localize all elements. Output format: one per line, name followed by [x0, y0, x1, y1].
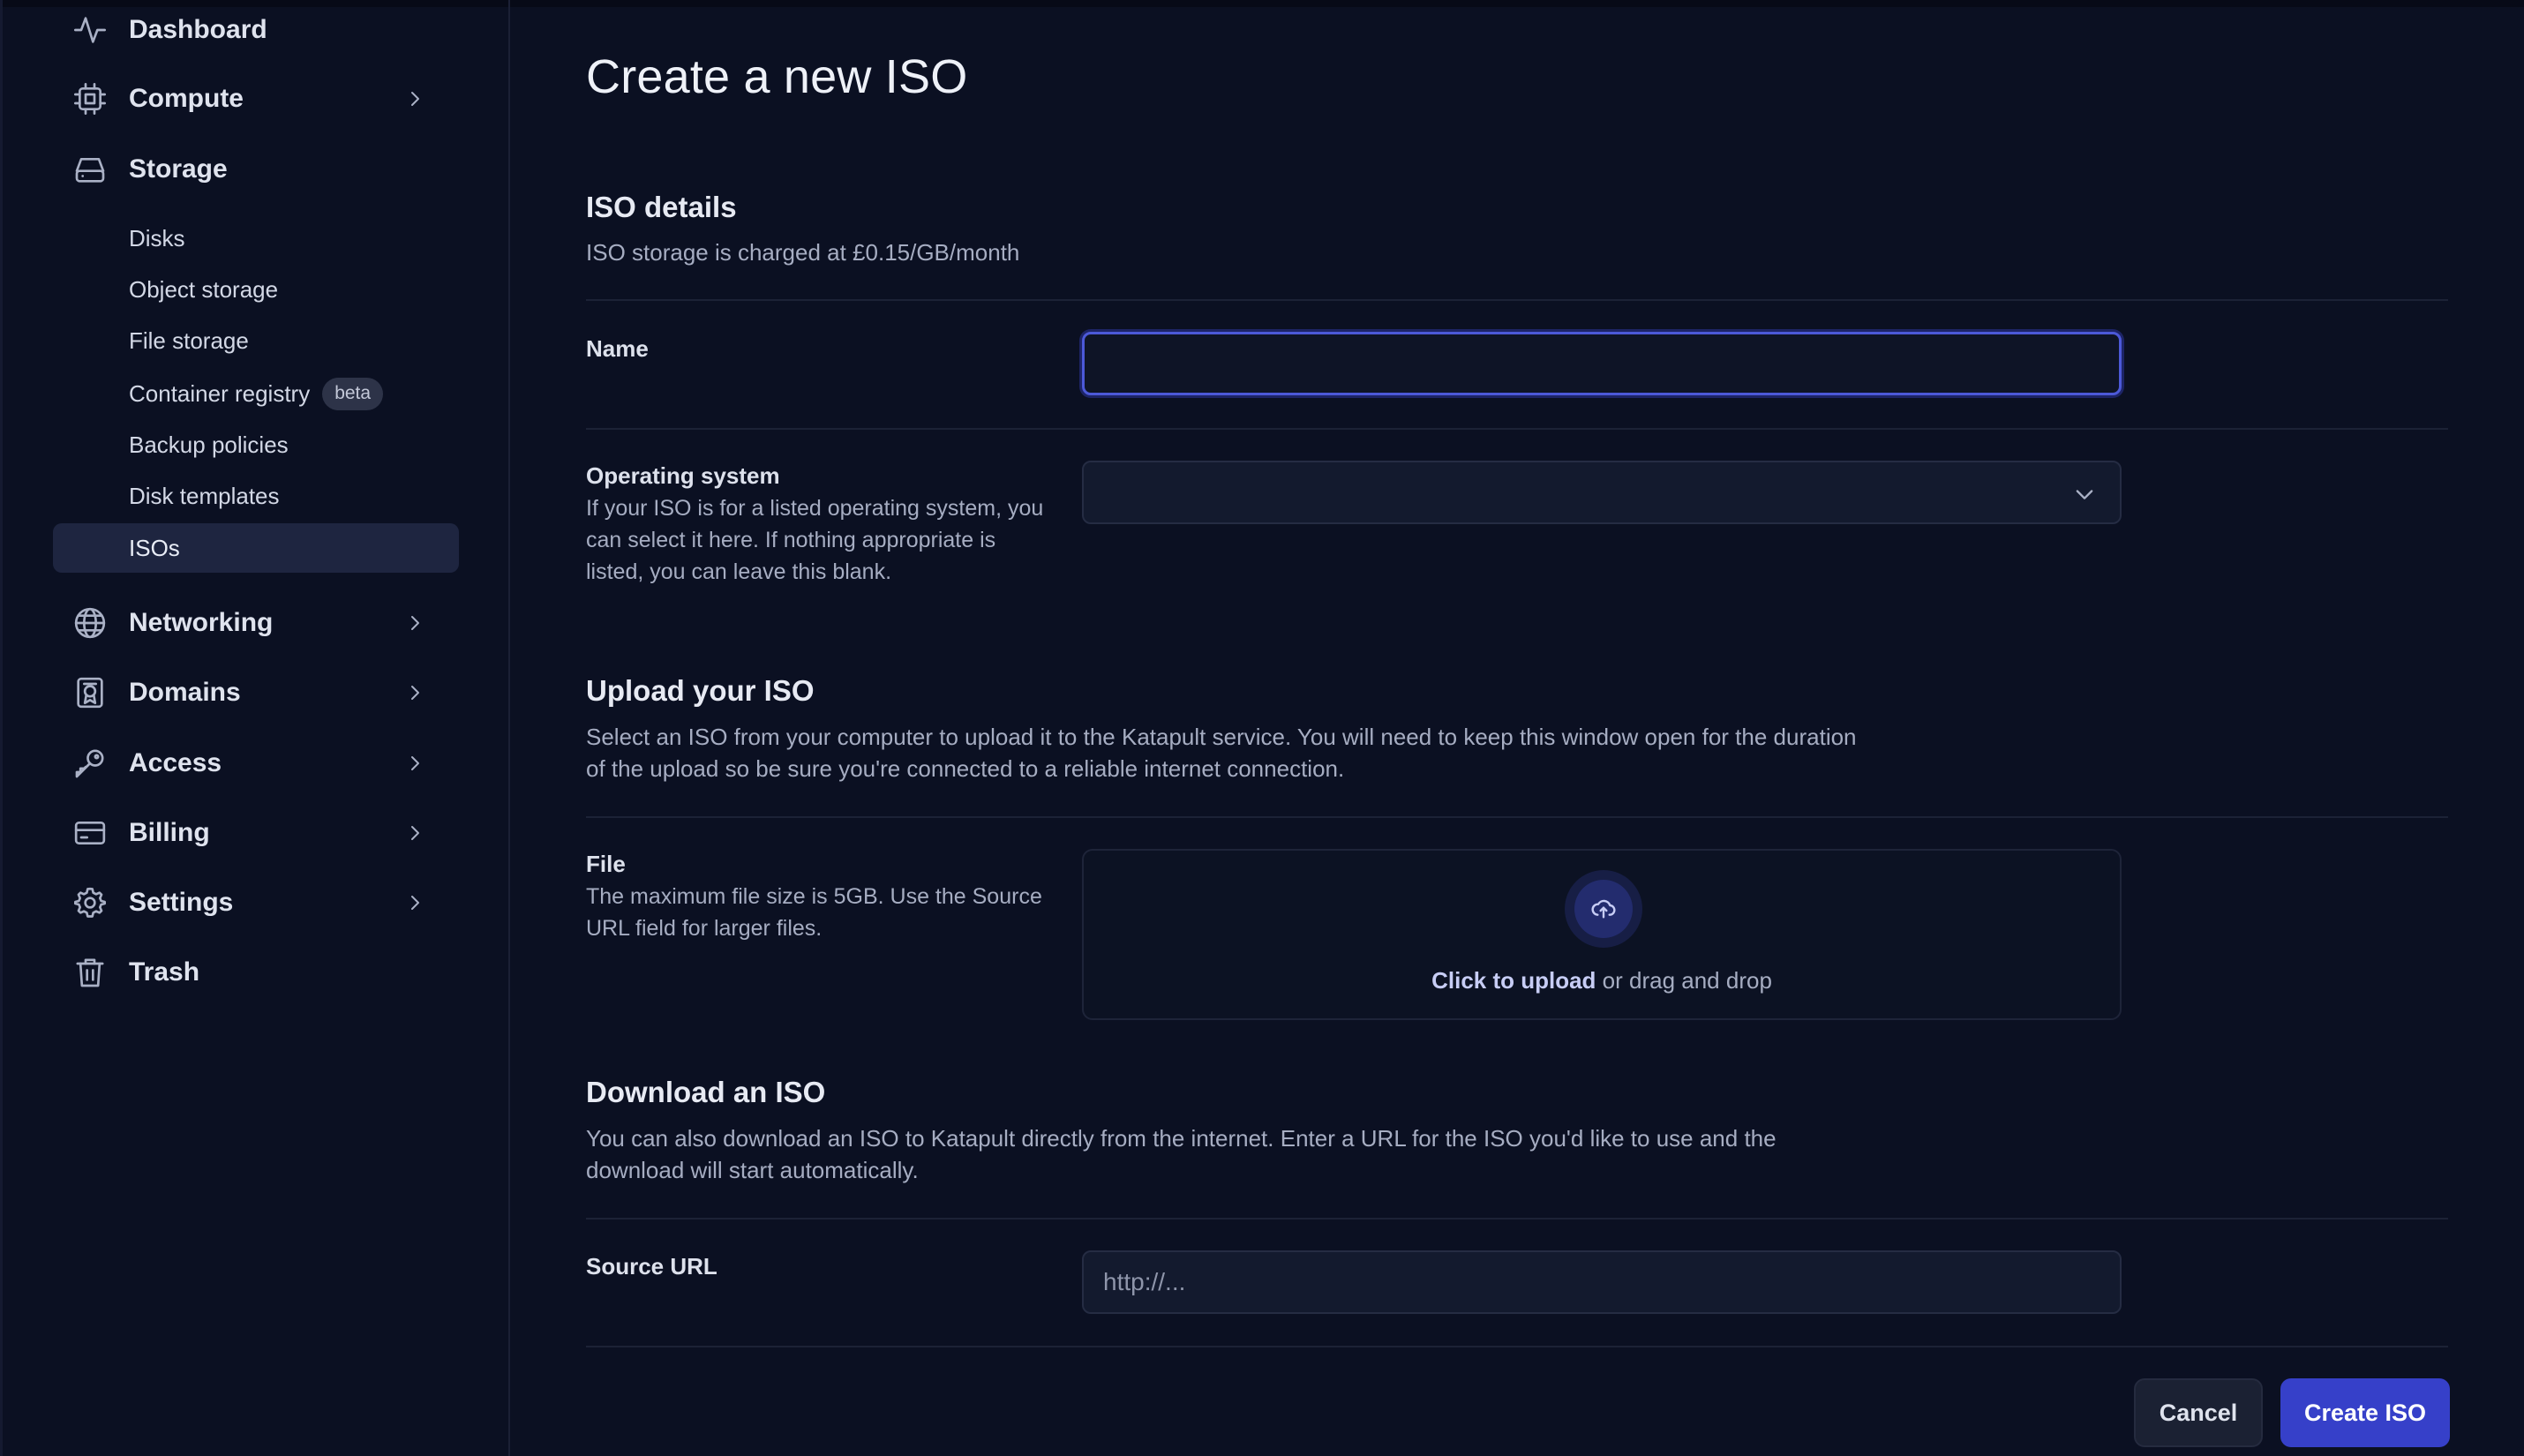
name-label: Name [586, 335, 649, 362]
click-to-upload-link[interactable]: Click to upload [1431, 967, 1596, 994]
sidebar-item-label: Settings [129, 888, 234, 917]
divider [586, 1218, 2448, 1220]
sidebar-item-compute[interactable]: Compute [53, 72, 441, 125]
source-url-input[interactable] [1082, 1250, 2122, 1314]
sidebar-subitem-label: ISOs [129, 534, 180, 561]
key-icon [71, 744, 109, 783]
gear-icon [71, 883, 109, 922]
upload-icon-container [1565, 870, 1642, 948]
sidebar-item-label: Storage [129, 154, 228, 184]
page-title: Create a new ISO [586, 50, 968, 103]
sidebar-item-label: Domains [129, 678, 241, 707]
cpu-icon [71, 79, 109, 118]
divider [586, 299, 2448, 301]
operating-system-label: Operating system [586, 462, 780, 489]
chevron-right-icon [401, 889, 429, 917]
dropzone-text: Click to upload or drag and drop [1084, 967, 2120, 994]
divider [586, 428, 2448, 430]
sidebar-subitem-backup-policies[interactable]: Backup policies [53, 420, 459, 469]
sidebar-subitem-isos[interactable]: ISOs [53, 523, 459, 573]
hard-drive-icon [71, 150, 109, 189]
source-url-label: Source URL [586, 1253, 717, 1280]
chevron-right-icon [401, 749, 429, 777]
file-label: File [586, 851, 626, 877]
download-description: You can also download an ISO to Katapult… [586, 1125, 1777, 1183]
drag-and-drop-text: or drag and drop [1596, 967, 1772, 994]
trash-icon [71, 953, 109, 992]
sidebar-subitem-disk-templates[interactable]: Disk templates [53, 471, 459, 521]
download-heading: Download an ISO [586, 1076, 826, 1108]
operating-system-help: If your ISO is for a listed operating sy… [586, 496, 1044, 584]
sidebar-subitem-label: Disk templates [129, 482, 280, 509]
divider [586, 816, 2448, 818]
upload-description: Select an ISO from your computer to uplo… [586, 724, 1857, 782]
chevron-right-icon [401, 819, 429, 847]
domain-badge-icon [71, 673, 109, 712]
sidebar-item-label: Dashboard [129, 15, 267, 44]
file-dropzone[interactable]: Click to upload or drag and drop [1082, 849, 2122, 1020]
upload-heading: Upload your ISO [586, 674, 815, 707]
sidebar-item-access[interactable]: Access [53, 737, 441, 790]
sidebar-item-label: Billing [129, 818, 210, 847]
sidebar-subitem-disks[interactable]: Disks [53, 214, 459, 263]
iso-details-description: ISO storage is charged at £0.15/GB/month [586, 239, 1020, 266]
sidebar-item-settings[interactable]: Settings [53, 876, 441, 929]
sidebar-item-dashboard[interactable]: Dashboard [53, 4, 441, 56]
sidebar-item-label: Access [129, 748, 222, 777]
sidebar-item-label: Networking [129, 608, 274, 637]
sidebar-subitem-label: Disks [129, 224, 185, 251]
sidebar-item-storage[interactable]: Storage [53, 143, 441, 196]
sidebar-item-label: Compute [129, 84, 244, 113]
iso-details-heading: ISO details [586, 191, 737, 223]
sidebar-subitem-label: Container registry [129, 379, 311, 407]
sidebar-subitem-label: Backup policies [129, 431, 289, 458]
globe-icon [71, 604, 109, 642]
sidebar-subitem-object-storage[interactable]: Object storage [53, 265, 459, 314]
credit-card-icon [71, 814, 109, 852]
name-input[interactable] [1082, 332, 2122, 395]
sidebar: Dashboard Compute Storage Disks Object s… [0, 0, 510, 1456]
divider [586, 1346, 2448, 1347]
beta-badge: beta [322, 377, 384, 410]
chevron-right-icon [401, 679, 429, 707]
chevron-right-icon [401, 609, 429, 637]
operating-system-select[interactable] [1082, 461, 2122, 524]
activity-icon [71, 11, 109, 49]
sidebar-item-networking[interactable]: Networking [53, 597, 441, 649]
sidebar-item-trash[interactable]: Trash [53, 946, 441, 999]
create-iso-button[interactable]: Create ISO [2280, 1378, 2450, 1447]
sidebar-subitem-label: File storage [129, 326, 249, 354]
cancel-button[interactable]: Cancel [2134, 1378, 2263, 1447]
sidebar-subitem-label: Object storage [129, 275, 279, 303]
sidebar-subitem-file-storage[interactable]: File storage [53, 316, 459, 365]
sidebar-item-label: Trash [129, 957, 200, 987]
chevron-right-icon [401, 85, 429, 113]
file-help: The maximum file size is 5GB. Use the So… [586, 884, 1042, 941]
sidebar-subitem-container-registry[interactable]: Container registry beta [53, 369, 459, 418]
sidebar-item-billing[interactable]: Billing [53, 807, 441, 859]
cloud-upload-icon [1591, 899, 1616, 919]
chevron-down-icon [2072, 482, 2097, 507]
sidebar-item-domains[interactable]: Domains [53, 666, 441, 719]
